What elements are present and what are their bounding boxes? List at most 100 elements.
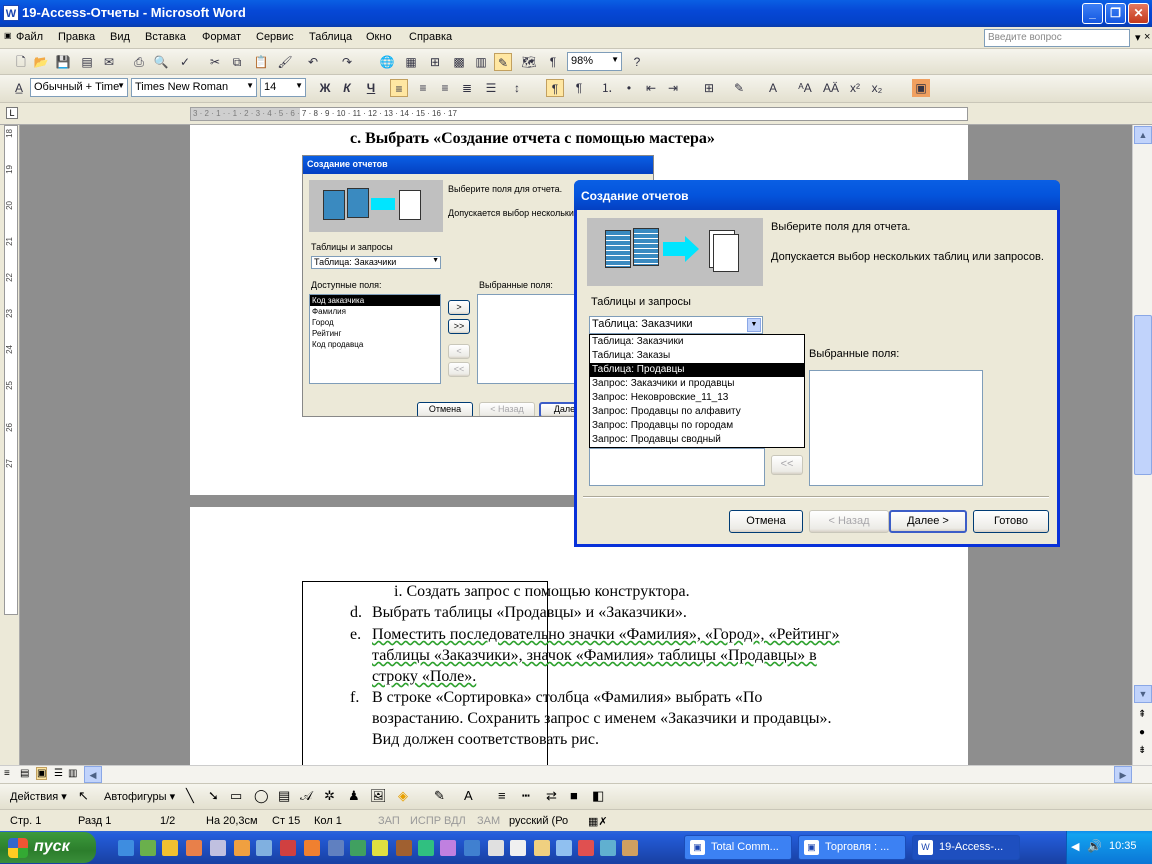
- remove-all-button[interactable]: <<: [771, 455, 803, 475]
- ask-question-input[interactable]: Введите вопрос: [984, 29, 1130, 47]
- tab-selector-icon[interactable]: L: [6, 107, 18, 119]
- new-document-icon[interactable]: 🗋: [12, 53, 30, 71]
- dropdown-option-selected[interactable]: Таблица: Продавцы: [590, 363, 804, 377]
- shadow-icon[interactable]: ■: [570, 788, 578, 803]
- embedded-available-fields[interactable]: Код заказчика Фамилия Город Рейтинг Код …: [309, 294, 441, 384]
- volume-icon[interactable]: 🔊: [1087, 839, 1102, 853]
- fill-color-icon[interactable]: ◈: [398, 788, 408, 804]
- dialog-title[interactable]: Создание отчетов: [574, 180, 1060, 210]
- bullets-icon[interactable]: •: [620, 79, 638, 97]
- available-fields-list[interactable]: [589, 448, 765, 486]
- word-app-icon[interactable]: W: [3, 5, 19, 21]
- scroll-down-button[interactable]: ▼: [1134, 685, 1152, 703]
- ltr-icon[interactable]: ¶: [546, 79, 564, 97]
- italic-button[interactable]: К: [338, 79, 356, 97]
- status-rec[interactable]: ЗАП: [378, 815, 400, 827]
- numbering-icon[interactable]: ⒈: [598, 79, 616, 97]
- clipart-icon[interactable]: ♟: [348, 788, 360, 804]
- menu-window[interactable]: Окно: [366, 31, 392, 43]
- quicklaunch-icon[interactable]: [280, 840, 296, 856]
- text-color-icon[interactable]: A: [464, 788, 473, 803]
- reading-view-icon[interactable]: ▥: [68, 768, 77, 779]
- align-right-icon[interactable]: ≡: [436, 79, 454, 97]
- status-trk[interactable]: ИСПР: [410, 815, 441, 827]
- rectangle-icon[interactable]: ▭: [230, 788, 242, 804]
- insert-excel-icon[interactable]: ▩: [450, 53, 468, 71]
- web-view-icon[interactable]: ▤: [20, 768, 29, 779]
- ie-icon[interactable]: [118, 840, 134, 856]
- redo-icon[interactable]: ↷: [338, 53, 356, 71]
- print-preview-icon[interactable]: 🔍: [152, 53, 170, 71]
- dropdown-option[interactable]: Запрос: Продавцы по алфавиту: [590, 405, 804, 419]
- scroll-left-button[interactable]: ◀: [84, 766, 102, 783]
- task-torgovlya[interactable]: ▣ Торговля : ...: [798, 835, 906, 860]
- distributed-icon[interactable]: ☰: [482, 79, 500, 97]
- quicklaunch-icon[interactable]: [578, 840, 594, 856]
- increase-indent-icon[interactable]: ⇥: [664, 79, 682, 97]
- document-map-icon[interactable]: 🗺: [520, 53, 538, 71]
- scroll-up-button[interactable]: ▲: [1134, 126, 1152, 144]
- line-icon[interactable]: ╲: [186, 788, 194, 804]
- print-layout-icon[interactable]: ▣: [36, 767, 48, 780]
- cancel-button[interactable]: Отмена: [729, 510, 803, 533]
- textbox-icon[interactable]: ▤: [278, 788, 290, 804]
- autoshapes-menu[interactable]: Автофигуры ▾: [104, 790, 175, 803]
- tray-arrow-icon[interactable]: ◀: [1071, 840, 1079, 853]
- quicklaunch-icon[interactable]: [256, 840, 272, 856]
- 3d-icon[interactable]: ◧: [592, 788, 604, 804]
- quicklaunch-icon[interactable]: [600, 840, 616, 856]
- status-ovr[interactable]: ЗАМ: [477, 815, 500, 827]
- embedded-tables-select[interactable]: Таблица: Заказчики ▼: [311, 256, 441, 269]
- tables-borders-icon[interactable]: ▦: [402, 53, 420, 71]
- style-select[interactable]: Обычный + Time ▼: [30, 78, 128, 97]
- prev-page-icon[interactable]: ⇞: [1138, 709, 1146, 720]
- quicklaunch-icon[interactable]: [140, 840, 156, 856]
- quicklaunch-icon[interactable]: [162, 840, 178, 856]
- spelling-status-icon[interactable]: ▦✗: [588, 815, 608, 828]
- justify-icon[interactable]: ≣: [458, 79, 476, 97]
- line-color-icon[interactable]: ✎: [434, 788, 445, 804]
- title-bar[interactable]: W 19-Access-Отчеты - Microsoft Word _ ❐ …: [0, 0, 1152, 27]
- tables-select[interactable]: Таблица: Заказчики ▼: [589, 316, 763, 334]
- rtl-icon[interactable]: ¶: [570, 79, 588, 97]
- close-doc-icon[interactable]: ×: [1144, 31, 1150, 43]
- menu-view[interactable]: Вид: [110, 31, 130, 43]
- columns-icon[interactable]: ▥: [472, 53, 490, 71]
- doc-icon[interactable]: ▣: [4, 31, 12, 40]
- save-icon[interactable]: 💾: [54, 53, 72, 71]
- arrow-style-icon[interactable]: ⇄: [546, 788, 557, 804]
- quicklaunch-icon[interactable]: [186, 840, 202, 856]
- report-wizard-dialog[interactable]: Создание отчетов Выберите поля для отчет…: [574, 180, 1060, 547]
- close-button[interactable]: ✕: [1128, 3, 1149, 24]
- paste-icon[interactable]: 📋: [252, 53, 270, 71]
- menu-format[interactable]: Формат: [202, 31, 241, 43]
- zoom-select[interactable]: 98% ▼: [567, 52, 622, 71]
- outline-view-icon[interactable]: ☰: [54, 768, 63, 779]
- wordart-icon[interactable]: 𝒜: [300, 788, 312, 804]
- horizontal-scrollbar[interactable]: ≡ ▤ ▣ ☰ ▥ ◀ ▶: [0, 765, 1152, 783]
- vertical-scrollbar[interactable]: ▲ ▼ ⇞ ● ⇟: [1132, 125, 1152, 765]
- select-objects-icon[interactable]: ↖: [78, 788, 89, 804]
- quicklaunch-icon[interactable]: [234, 840, 250, 856]
- line-spacing-icon[interactable]: ↕: [508, 79, 526, 97]
- ask-dropdown-icon[interactable]: ▾: [1135, 31, 1141, 44]
- format-painter-icon[interactable]: 🖌: [276, 53, 294, 71]
- dropdown-option[interactable]: Запрос: Продавцы по городам: [590, 419, 804, 433]
- help-icon[interactable]: ?: [628, 53, 646, 71]
- next-button[interactable]: Далее >: [889, 510, 967, 533]
- dropdown-option[interactable]: Запрос: Заказчики и продавцы: [590, 377, 804, 391]
- insert-table-icon[interactable]: ⊞: [426, 53, 444, 71]
- scroll-right-button[interactable]: ▶: [1114, 766, 1132, 783]
- oval-icon[interactable]: ◯: [254, 788, 269, 804]
- browse-object-icon[interactable]: ●: [1139, 727, 1145, 738]
- quicklaunch-icon[interactable]: [396, 840, 412, 856]
- spelling-icon[interactable]: ✓: [176, 53, 194, 71]
- selected-fields-list[interactable]: [809, 370, 983, 486]
- menu-edit[interactable]: Правка: [58, 31, 95, 43]
- dropdown-option[interactable]: Таблица: Заказы: [590, 349, 804, 363]
- vertical-ruler[interactable]: 18 19 20 21 22 23 24 25 26 27: [0, 125, 20, 765]
- normal-view-icon[interactable]: ≡: [4, 768, 10, 779]
- cut-icon[interactable]: ✂: [206, 53, 224, 71]
- undo-icon[interactable]: ↶: [304, 53, 322, 71]
- menu-insert[interactable]: Вставка: [145, 31, 186, 43]
